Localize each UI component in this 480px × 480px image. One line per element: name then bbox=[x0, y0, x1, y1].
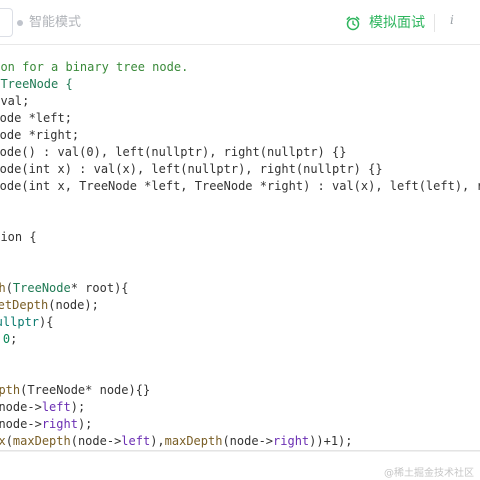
mock-interview-label: 模拟面试 bbox=[369, 15, 425, 31]
editor-footer: @稀土掘金技术社区 bbox=[0, 451, 480, 480]
code-line: eeNode *left; bbox=[0, 110, 480, 127]
code-token: (node-> bbox=[70, 434, 122, 448]
code-token: (node-> bbox=[0, 400, 42, 414]
code-line: eeNode(int x) : val(x), left(nullptr), r… bbox=[0, 161, 480, 178]
code-token: tion for a binary tree node. bbox=[0, 60, 189, 74]
code-line: eeNode *right; bbox=[0, 127, 480, 144]
code-token: t val; bbox=[0, 94, 30, 108]
code-line: eeNode(int x, TreeNode *left, TreeNode *… bbox=[0, 178, 480, 195]
code-line: ==nullptr){ bbox=[0, 314, 480, 331]
code-line: t val; bbox=[0, 93, 480, 110]
watermark: @稀土掘金技术社区 bbox=[384, 468, 474, 479]
mock-interview-button[interactable]: 模拟面试 bbox=[345, 11, 425, 35]
code-token: left bbox=[41, 400, 71, 414]
code-line: h(node->left); bbox=[0, 399, 480, 416]
code-token: ( bbox=[5, 434, 13, 448]
code-token: ){ bbox=[39, 315, 54, 329]
code-token: * root){ bbox=[70, 281, 129, 295]
code-token: eeNode(int x, TreeNode *left, TreeNode *… bbox=[0, 179, 480, 193]
code-line: h(node->right); bbox=[0, 416, 480, 433]
code-token: eeNode *right; bbox=[0, 128, 80, 142]
code-line: urn 0; bbox=[0, 331, 480, 348]
smart-mode-toggle[interactable]: 智能模式 bbox=[29, 13, 81, 33]
code-line: max(maxDepth(node->left),maxDepth(node->… bbox=[0, 433, 480, 450]
code-token: GetDepth bbox=[0, 298, 49, 312]
code-token: left bbox=[121, 434, 151, 448]
code-line: TreeNode { bbox=[0, 76, 480, 93]
code-token: eeNode(int x) : val(x), left(nullptr), r… bbox=[0, 162, 383, 176]
code-token: Depth bbox=[0, 383, 21, 397]
mode-status-dot bbox=[17, 20, 23, 26]
code-token: ; bbox=[10, 332, 18, 346]
code-token: right bbox=[273, 434, 310, 448]
code-line: n GetDepth(node); bbox=[0, 297, 480, 314]
code-line: ​ bbox=[0, 195, 480, 212]
code-line: ution { bbox=[0, 229, 480, 246]
info-icon[interactable]: i bbox=[450, 13, 454, 27]
code-token: TreeNode bbox=[12, 281, 71, 295]
code-token: ); bbox=[70, 400, 86, 414]
language-select-edge[interactable] bbox=[0, 8, 13, 37]
code-token: (TreeNode* node){} bbox=[20, 383, 151, 397]
code-token: ( bbox=[5, 281, 13, 295]
code-token: eeNode() : val(0), left(nullptr), right(… bbox=[0, 145, 347, 159]
editor-toolbar: 智能模式 模拟面试 i bbox=[0, 0, 480, 45]
code-token: (node-> bbox=[0, 417, 42, 431]
code-line: ​ bbox=[0, 365, 480, 382]
code-token: eeNode *left; bbox=[0, 111, 72, 125]
code-token: (node-> bbox=[222, 434, 274, 448]
toolbar-divider bbox=[434, 14, 435, 32]
code-line: tion for a binary tree node. bbox=[0, 59, 480, 76]
code-editor[interactable]: tion for a binary tree node. TreeNode { t… bbox=[0, 45, 480, 451]
code-token: (node); bbox=[48, 298, 99, 312]
code-token: ution { bbox=[0, 230, 37, 244]
code-token: nullptr bbox=[0, 315, 40, 329]
code-token: ))+1); bbox=[309, 434, 353, 448]
code-line: ​ bbox=[0, 348, 480, 365]
code-line: ​ bbox=[0, 263, 480, 280]
code-line: ​ bbox=[0, 212, 480, 229]
code-line: pth(TreeNode* root){ bbox=[0, 280, 480, 297]
code-token: maxDepth bbox=[12, 434, 71, 448]
alarm-clock-icon bbox=[346, 16, 360, 31]
code-line: ​ bbox=[0, 246, 480, 263]
code-token: ), bbox=[150, 434, 165, 448]
code-line: Depth(TreeNode* node){} bbox=[0, 382, 480, 399]
code-token: maxDepth bbox=[164, 434, 223, 448]
code-token: TreeNode { bbox=[0, 77, 73, 91]
code-token: right bbox=[41, 417, 78, 431]
code-content[interactable]: tion for a binary tree node. TreeNode { t… bbox=[0, 59, 480, 450]
code-line: eeNode() : val(0), left(nullptr), right(… bbox=[0, 144, 480, 161]
code-token: ); bbox=[77, 417, 93, 431]
